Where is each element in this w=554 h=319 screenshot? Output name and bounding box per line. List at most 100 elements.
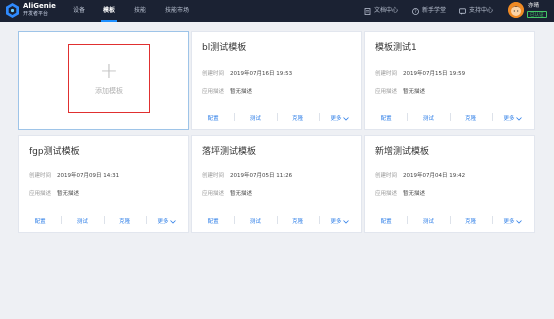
card-actions: 配置 测试 克隆 更多 [192, 210, 361, 232]
template-title: bl测试模板 [202, 43, 247, 53]
more-label: 更多 [330, 116, 342, 122]
test-button[interactable]: 测试 [61, 216, 103, 225]
description-value: 暂无描述 [403, 89, 426, 95]
config-button[interactable]: 配置 [192, 114, 234, 122]
support-icon [459, 7, 466, 15]
nav-item-skill-market[interactable]: 技能市场 [165, 0, 189, 22]
template-card: fgp测试模板 创建时间 2019年07月09日 14:31 应用描述 暂无描述… [18, 135, 189, 233]
support-center-label: 支持中心 [469, 7, 494, 14]
chevron-down-icon [343, 219, 350, 224]
chevron-down-icon [343, 116, 350, 121]
nav-item-skills[interactable]: 技能 [134, 0, 146, 22]
created-time-value: 2019年07月15日 19:59 [403, 71, 466, 77]
nav-item-devices[interactable]: 设备 [73, 0, 85, 22]
template-title: fgp测试模板 [29, 147, 80, 157]
verified-badge: 已认证 [527, 11, 547, 18]
card-actions: 配置 测试 克隆 更多 [19, 210, 188, 232]
template-title: 落坪测试模板 [202, 147, 257, 157]
template-title: 新增测试模板 [375, 147, 430, 157]
beginner-school-link[interactable]: ? 新手学堂 [412, 0, 446, 22]
more-dropdown[interactable]: 更多 [318, 113, 361, 122]
created-time-value: 2019年07月05日 11:26 [230, 173, 293, 179]
test-button[interactable]: 测试 [234, 113, 276, 122]
description-value: 暂无描述 [57, 191, 80, 197]
more-label: 更多 [503, 116, 515, 122]
created-time-label: 创建时间 [202, 173, 225, 179]
more-dropdown[interactable]: 更多 [491, 113, 534, 122]
docs-center-link[interactable]: 文档中心 [364, 0, 398, 22]
created-time-value: 2019年07月09日 14:31 [57, 173, 120, 179]
clone-button[interactable]: 克隆 [449, 216, 492, 225]
template-title: 模板测试1 [375, 43, 417, 53]
description-row: 应用描述 暂无描述 [29, 191, 79, 198]
description-value: 暂无描述 [230, 191, 253, 197]
created-time-label: 创建时间 [202, 71, 225, 77]
clone-button[interactable]: 克隆 [103, 216, 146, 225]
card-actions: 配置 测试 克隆 更多 [365, 210, 534, 232]
chevron-down-icon [170, 219, 177, 224]
created-time-label: 创建时间 [29, 173, 52, 179]
card-actions: 配置 测试 克隆 更多 [365, 107, 534, 129]
brand-subtitle: 开发者平台 [23, 11, 49, 17]
config-button[interactable]: 配置 [365, 114, 407, 122]
description-label: 应用描述 [202, 89, 225, 95]
docs-center-label: 文档中心 [374, 7, 399, 14]
plus-icon: + [99, 58, 119, 84]
description-label: 应用描述 [29, 191, 52, 197]
clone-button[interactable]: 克隆 [449, 113, 492, 122]
template-card: 模板测试1 创建时间 2019年07月15日 19:59 应用描述 暂无描述 配… [364, 31, 535, 130]
avatar-face-icon [508, 2, 524, 18]
add-template-button[interactable]: + 添加模板 [68, 44, 150, 113]
config-button[interactable]: 配置 [192, 217, 234, 225]
more-label: 更多 [330, 219, 342, 225]
more-dropdown[interactable]: 更多 [491, 216, 534, 225]
more-label: 更多 [157, 219, 169, 225]
created-time-value: 2019年07月04日 19:42 [403, 173, 466, 179]
template-card: bl测试模板 创建时间 2019年07月16日 19:53 应用描述 暂无描述 … [191, 31, 362, 130]
description-label: 应用描述 [375, 191, 398, 197]
created-time-value: 2019年07月16日 19:53 [230, 71, 293, 77]
clone-button[interactable]: 克隆 [276, 216, 319, 225]
config-button[interactable]: 配置 [19, 217, 61, 225]
more-dropdown[interactable]: 更多 [145, 216, 188, 225]
more-label: 更多 [503, 219, 515, 225]
description-row: 应用描述 暂无描述 [375, 191, 425, 198]
user-name[interactable]: 亦晴 [528, 3, 539, 10]
user-avatar[interactable] [508, 2, 524, 18]
aligenie-logo-icon[interactable] [6, 3, 19, 18]
clone-button[interactable]: 克隆 [276, 113, 319, 122]
description-row: 应用描述 暂无描述 [375, 89, 425, 96]
created-time-row: 创建时间 2019年07月04日 19:42 [375, 173, 465, 180]
document-icon [364, 7, 371, 15]
add-template-label: 添加模板 [95, 86, 123, 95]
more-dropdown[interactable]: 更多 [318, 216, 361, 225]
created-time-label: 创建时间 [375, 71, 398, 77]
test-button[interactable]: 测试 [234, 216, 276, 225]
help-circle-icon: ? [412, 7, 419, 15]
chevron-down-icon [516, 116, 523, 121]
top-navigation-bar: AliGenie 开发者平台 设备 模板 技能 技能市场 文档中心 ? 新手学堂… [0, 0, 554, 22]
config-button[interactable]: 配置 [365, 217, 407, 225]
description-row: 应用描述 暂无描述 [202, 89, 252, 96]
test-button[interactable]: 测试 [407, 216, 449, 225]
support-center-link[interactable]: 支持中心 [459, 0, 493, 22]
active-nav-indicator [101, 20, 117, 22]
description-value: 暂无描述 [230, 89, 253, 95]
created-time-row: 创建时间 2019年07月16日 19:53 [202, 71, 292, 78]
card-actions: 配置 测试 克隆 更多 [192, 107, 361, 129]
description-label: 应用描述 [202, 191, 225, 197]
created-time-label: 创建时间 [375, 173, 398, 179]
description-label: 应用描述 [375, 89, 398, 95]
created-time-row: 创建时间 2019年07月09日 14:31 [29, 173, 119, 180]
created-time-row: 创建时间 2019年07月05日 11:26 [202, 173, 292, 180]
add-template-card: + 添加模板 [18, 31, 189, 130]
chevron-down-icon [516, 219, 523, 224]
template-card: 新增测试模板 创建时间 2019年07月04日 19:42 应用描述 暂无描述 … [364, 135, 535, 233]
created-time-row: 创建时间 2019年07月15日 19:59 [375, 71, 465, 78]
description-row: 应用描述 暂无描述 [202, 191, 252, 198]
description-value: 暂无描述 [403, 191, 426, 197]
template-card: 落坪测试模板 创建时间 2019年07月05日 11:26 应用描述 暂无描述 … [191, 135, 362, 233]
nav-item-templates[interactable]: 模板 [103, 0, 115, 22]
brand-title: AliGenie [23, 2, 56, 10]
test-button[interactable]: 测试 [407, 113, 449, 122]
